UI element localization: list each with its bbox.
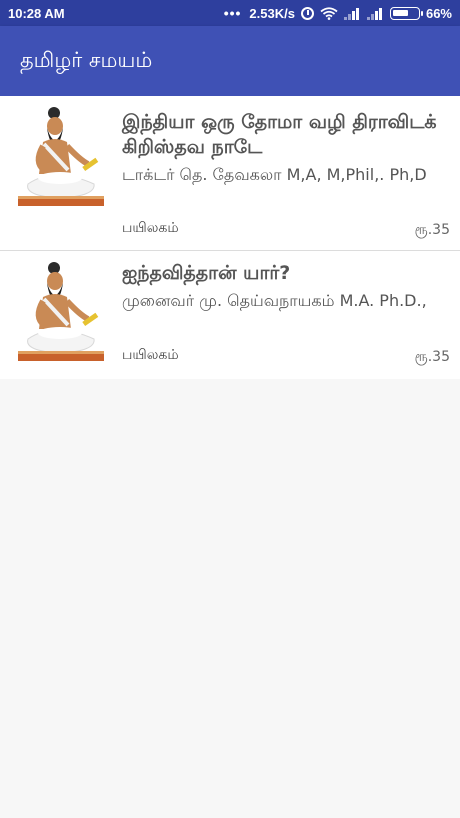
- battery-icon: [389, 6, 423, 20]
- app-title: தமிழர் சமயம்: [20, 48, 153, 72]
- book-publisher: பயிலகம்: [122, 347, 179, 363]
- book-author: முனைவர் மு. தெய்வநாயகம் M.A. Ph.D.,: [122, 291, 427, 310]
- status-time: 10:28 AM: [8, 6, 65, 21]
- alarm-icon: [300, 6, 314, 20]
- signal-icon: [343, 7, 361, 20]
- thiruvalluvar-thumbnail: [14, 259, 108, 363]
- book-title: ஐந்தவித்தான் யார்?: [122, 262, 291, 284]
- book-list-item[interactable]: ஐந்தவித்தான் யார்? முனைவர் மு. தெய்வநாயக…: [0, 251, 460, 379]
- wifi-icon: [320, 6, 338, 20]
- battery-percent: 66%: [425, 5, 452, 21]
- book-price: ரூ.35: [414, 349, 450, 365]
- app-bar: தமிழர் சமயம்: [0, 26, 460, 96]
- book-list: இந்தியா ஒரு தோமா வழி திராவிடக் கிறிஸ்தவ …: [0, 96, 460, 379]
- more-dots-icon: •••: [223, 5, 242, 21]
- book-price: ரூ.35: [414, 222, 450, 238]
- book-publisher: பயிலகம்: [122, 220, 179, 236]
- thiruvalluvar-thumbnail: [14, 104, 108, 208]
- book-title: இந்தியா ஒரு தோமா வழி திராவிடக் கிறிஸ்தவ …: [122, 111, 437, 158]
- book-author: டாக்டர் தெ. தேவகலா M,A, M,Phil,. Ph,D: [122, 165, 427, 184]
- status-icons: ••• 2.53K/s 66%: [224, 5, 452, 21]
- book-list-item[interactable]: இந்தியா ஒரு தோமா வழி திராவிடக் கிறிஸ்தவ …: [0, 96, 460, 251]
- signal-icon: [366, 7, 384, 20]
- network-speed: 2.53K/s: [249, 5, 295, 21]
- status-bar: 10:28 AM ••• 2.53K/s 66%: [0, 0, 460, 26]
